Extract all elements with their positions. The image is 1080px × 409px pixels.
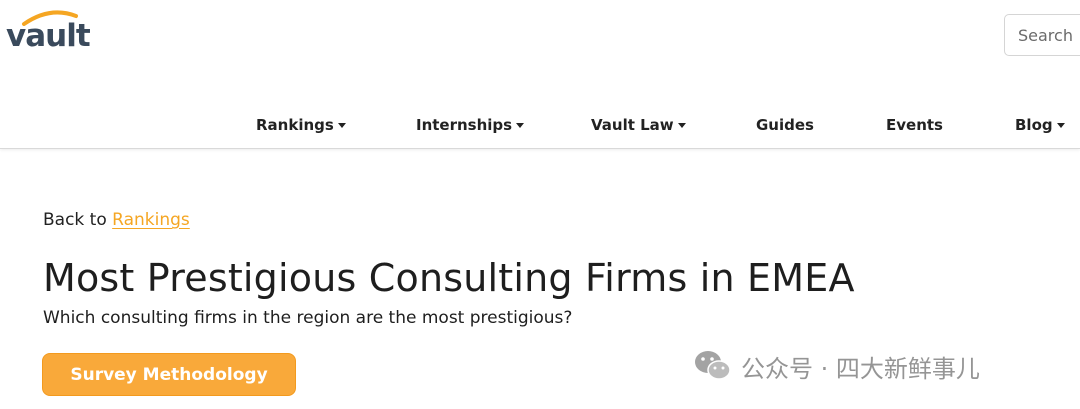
site-header: vault Rankings Internships Vault Law Gui… xyxy=(0,0,1080,149)
nav-item-label: Vault Law xyxy=(591,116,674,134)
nav-item-rankings[interactable]: Rankings xyxy=(256,116,346,134)
wechat-icon xyxy=(695,351,731,380)
nav-item-label: Blog xyxy=(1015,116,1053,134)
watermark: 公众号 · 四大新鲜事儿 xyxy=(693,348,980,384)
nav-item-label: Internships xyxy=(416,116,513,134)
vault-logo[interactable]: vault xyxy=(6,8,106,54)
nav-item-events[interactable]: Events xyxy=(886,116,943,134)
caret-down-icon xyxy=(677,123,686,128)
nav-item-internships[interactable]: Internships xyxy=(416,116,525,134)
watermark-text: 公众号 · 四大新鲜事儿 xyxy=(741,354,980,383)
main-nav: Rankings Internships Vault Law Guides Ev… xyxy=(0,116,1080,142)
search-input[interactable] xyxy=(1004,14,1080,56)
nav-item-label: Events xyxy=(886,116,943,134)
caret-down-icon xyxy=(516,123,525,128)
caret-down-icon xyxy=(337,123,346,128)
caret-down-icon xyxy=(1056,123,1065,128)
nav-item-label: Rankings xyxy=(256,116,334,134)
nav-item-label: Guides xyxy=(756,116,814,134)
page-title: Most Prestigious Consulting Firms in EME… xyxy=(43,256,855,300)
nav-item-blog[interactable]: Blog xyxy=(1015,116,1065,134)
nav-item-vault-law[interactable]: Vault Law xyxy=(591,116,686,134)
page-subtitle: Which consulting firms in the region are… xyxy=(43,308,573,328)
breadcrumb: Back to Rankings xyxy=(43,210,190,230)
breadcrumb-rankings-link[interactable]: Rankings xyxy=(112,210,190,230)
nav-item-guides[interactable]: Guides xyxy=(756,116,814,134)
logo-text: vault xyxy=(6,18,91,54)
breadcrumb-prefix: Back to xyxy=(43,210,107,230)
survey-methodology-button[interactable]: Survey Methodology xyxy=(42,353,296,396)
